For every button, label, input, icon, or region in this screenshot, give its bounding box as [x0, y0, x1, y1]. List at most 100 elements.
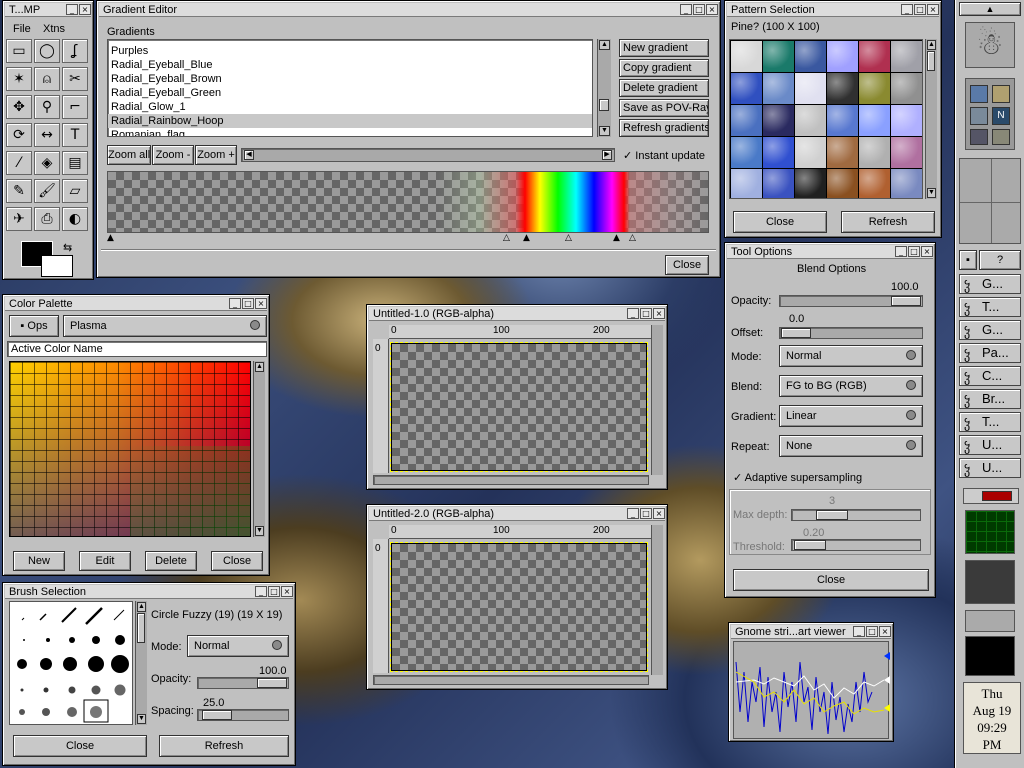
maximize-icon[interactable]: □: [866, 626, 878, 637]
pattern-grid[interactable]: [729, 39, 923, 199]
gradient-list-scrollbar[interactable]: ▲ ▼: [597, 39, 611, 137]
gradient-list-item[interactable]: Radial_Rainbow_Hoop: [108, 114, 592, 128]
minimize-icon[interactable]: _: [255, 586, 267, 597]
pattern-swatch[interactable]: [827, 41, 858, 72]
vertical-ruler[interactable]: 0: [373, 539, 389, 673]
brush-mode-dropdown[interactable]: Normal: [187, 635, 289, 657]
flip-icon[interactable]: ↔: [34, 123, 60, 147]
max-depth-slider[interactable]: [791, 509, 921, 521]
brush-titlebar[interactable]: Brush Selection _ □ ×: [5, 585, 293, 599]
close-icon[interactable]: ×: [79, 4, 91, 15]
task-button[interactable]: ჴ U...: [959, 435, 1021, 455]
dock-menu-button[interactable]: ▪: [959, 250, 977, 270]
brush-opacity-slider[interactable]: [197, 677, 289, 689]
copy-gradient-button[interactable]: Copy gradient: [619, 59, 709, 77]
palette-edit-button[interactable]: Edit: [79, 551, 131, 571]
threshold-slider[interactable]: [791, 539, 921, 551]
pattern-swatch[interactable]: [827, 169, 858, 198]
pattern-swatch[interactable]: [891, 41, 922, 72]
blend-icon[interactable]: ▤: [62, 151, 88, 175]
pattern-swatch[interactable]: [891, 169, 922, 198]
pattern-swatch[interactable]: [827, 105, 858, 136]
marker-icon[interactable]: △: [629, 233, 636, 243]
media-controls[interactable]: [965, 560, 1015, 604]
close-icon[interactable]: ×: [706, 4, 718, 15]
gradient-dropdown[interactable]: Linear: [779, 405, 923, 427]
pattern-swatch[interactable]: [859, 169, 890, 198]
pattern-swatch[interactable]: [763, 169, 794, 198]
gradient-list-item[interactable]: Romanian_flag: [108, 128, 592, 136]
zoom-out-button[interactable]: Zoom -: [152, 145, 194, 165]
pattern-titlebar[interactable]: Pattern Selection _ □ ×: [727, 3, 939, 17]
dock-collapse-button[interactable]: ▲: [959, 2, 1021, 16]
close-icon[interactable]: ×: [653, 308, 665, 319]
image1-canvas[interactable]: [390, 342, 648, 472]
paintbrush-icon[interactable]: 🖌: [34, 179, 60, 203]
clock-applet[interactable]: Thu Aug 19 09:29 PM: [963, 682, 1021, 754]
mode-dropdown[interactable]: Normal: [779, 345, 923, 367]
zoom-in-button[interactable]: Zoom +: [195, 145, 237, 165]
minimize-icon[interactable]: _: [627, 508, 639, 519]
minimize-icon[interactable]: _: [66, 4, 78, 15]
bezier-select-icon[interactable]: ⍝: [34, 67, 60, 91]
close-icon[interactable]: ×: [255, 298, 267, 309]
marker-icon[interactable]: ▲: [523, 233, 530, 243]
marker-icon[interactable]: △: [565, 233, 572, 243]
instant-update-checkbox[interactable]: ✓ Instant update: [623, 149, 705, 162]
pattern-swatch[interactable]: [795, 169, 826, 198]
swap-colors-icon[interactable]: ⇆: [63, 241, 72, 254]
menu-xtns[interactable]: Xtns: [43, 23, 65, 35]
maximize-icon[interactable]: □: [908, 246, 920, 257]
pen-icon[interactable]: [992, 85, 1010, 103]
horizontal-ruler[interactable]: 0 100 200: [389, 525, 657, 539]
bucket-fill-icon[interactable]: ◈: [34, 151, 60, 175]
pattern-swatch[interactable]: [827, 73, 858, 104]
gradient-list[interactable]: Purples Radial_Eyeball_Blue Radial_Eyeball…: [107, 39, 593, 137]
repeat-dropdown[interactable]: None: [779, 435, 923, 457]
magnify-icon[interactable]: ⚲: [34, 95, 60, 119]
pattern-close-button[interactable]: Close: [733, 211, 827, 233]
move-icon[interactable]: ✥: [6, 95, 32, 119]
minimize-icon[interactable]: _: [895, 246, 907, 257]
toolbox-titlebar[interactable]: T...MP _ ×: [5, 3, 91, 17]
image2-canvas[interactable]: [390, 542, 648, 672]
text-icon[interactable]: T: [62, 123, 88, 147]
pattern-swatch[interactable]: [731, 105, 762, 136]
close-icon[interactable]: ×: [927, 4, 939, 15]
close-icon[interactable]: ×: [879, 626, 891, 637]
convolve-icon[interactable]: ◐: [62, 207, 88, 231]
pattern-swatch[interactable]: [731, 169, 762, 198]
brush-spacing-slider[interactable]: [197, 709, 289, 721]
pattern-swatch[interactable]: [859, 41, 890, 72]
pattern-swatch[interactable]: [891, 137, 922, 168]
pattern-swatch[interactable]: [891, 105, 922, 136]
save-povray-button[interactable]: Save as POV-Ray: [619, 99, 709, 117]
chart-titlebar[interactable]: Gnome stri...art viewer _ □ ×: [731, 625, 891, 639]
offset-slider[interactable]: [779, 327, 923, 339]
horizontal-ruler[interactable]: 0 100 200: [389, 325, 657, 339]
palette-grid[interactable]: [9, 361, 251, 537]
shell-icon[interactable]: [992, 129, 1010, 145]
bg-color-swatch[interactable]: [41, 255, 73, 277]
zoom-all-button[interactable]: Zoom all: [107, 145, 151, 165]
dock-help-button[interactable]: ?: [979, 250, 1021, 270]
gradient-list-item[interactable]: Radial_Eyeball_Green: [108, 86, 592, 100]
pattern-swatch[interactable]: [859, 137, 890, 168]
palette-scrollbar[interactable]: ▲ ▼: [253, 361, 265, 537]
minimize-icon[interactable]: _: [229, 298, 241, 309]
lasso-icon[interactable]: ʆ: [62, 39, 88, 63]
pattern-swatch[interactable]: [795, 41, 826, 72]
marker-icon[interactable]: ▲: [613, 233, 620, 243]
scroll-thumb[interactable]: [599, 99, 609, 111]
magic-wand-icon[interactable]: ✶: [6, 67, 32, 91]
scissors-icon[interactable]: ✂: [62, 67, 88, 91]
ellipse-select-icon[interactable]: ◯: [34, 39, 60, 63]
rect-select-icon[interactable]: ▭: [6, 39, 32, 63]
task-button[interactable]: ჴ Pa...: [959, 343, 1021, 363]
opacity-slider[interactable]: [779, 295, 923, 307]
palette-close-button[interactable]: Close: [211, 551, 263, 571]
gradient-preview[interactable]: [107, 171, 709, 233]
blend-dropdown[interactable]: FG to BG (RGB): [779, 375, 923, 397]
pattern-swatch[interactable]: [763, 137, 794, 168]
maximize-icon[interactable]: □: [693, 4, 705, 15]
